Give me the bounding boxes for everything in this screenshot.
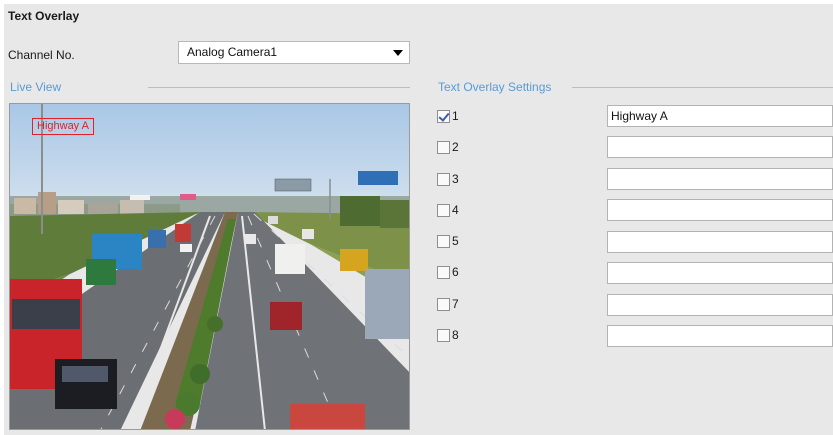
live-view-video[interactable]: Highway A bbox=[9, 103, 410, 430]
channel-select-value: Analog Camera1 bbox=[187, 45, 278, 59]
overlay-checkbox-4[interactable] bbox=[437, 204, 450, 217]
overlay-checkbox-8[interactable] bbox=[437, 329, 450, 342]
page-title: Text Overlay bbox=[8, 9, 80, 23]
overlay-row-number: 6 bbox=[452, 265, 459, 279]
overlay-text-input-4[interactable] bbox=[607, 199, 833, 221]
overlay-settings-divider bbox=[572, 87, 833, 88]
overlay-row-number: 4 bbox=[452, 203, 459, 217]
overlay-row-number: 8 bbox=[452, 328, 459, 342]
overlay-text-input-1[interactable]: Highway A bbox=[607, 105, 833, 127]
overlay-row-number: 1 bbox=[452, 109, 459, 123]
live-view-divider bbox=[148, 87, 410, 88]
overlay-row-number: 2 bbox=[452, 140, 459, 154]
overlay-checkbox-7[interactable] bbox=[437, 298, 450, 311]
overlay-checkbox-3[interactable] bbox=[437, 173, 450, 186]
overlay-text-input-7[interactable] bbox=[607, 294, 833, 316]
video-frame-image bbox=[10, 104, 409, 429]
osd-text-overlay[interactable]: Highway A bbox=[32, 118, 94, 135]
overlay-text-input-8[interactable] bbox=[607, 325, 833, 347]
overlay-checkbox-2[interactable] bbox=[437, 141, 450, 154]
overlay-text-input-6[interactable] bbox=[607, 262, 833, 284]
chevron-down-icon[interactable] bbox=[393, 50, 403, 56]
overlay-text-input-3[interactable] bbox=[607, 168, 833, 190]
live-view-heading: Live View bbox=[10, 80, 62, 94]
overlay-checkbox-5[interactable] bbox=[437, 235, 450, 248]
overlay-text-input-2[interactable] bbox=[607, 136, 833, 158]
overlay-settings-heading: Text Overlay Settings bbox=[438, 80, 552, 94]
overlay-row-number: 5 bbox=[452, 234, 459, 248]
overlay-checkbox-1[interactable] bbox=[437, 110, 450, 123]
overlay-row-number: 7 bbox=[452, 297, 459, 311]
overlay-checkbox-6[interactable] bbox=[437, 266, 450, 279]
channel-select[interactable]: Analog Camera1 bbox=[178, 41, 410, 64]
overlay-row-number: 3 bbox=[452, 172, 459, 186]
overlay-text-input-5[interactable] bbox=[607, 231, 833, 253]
channel-label: Channel No. bbox=[8, 48, 75, 62]
